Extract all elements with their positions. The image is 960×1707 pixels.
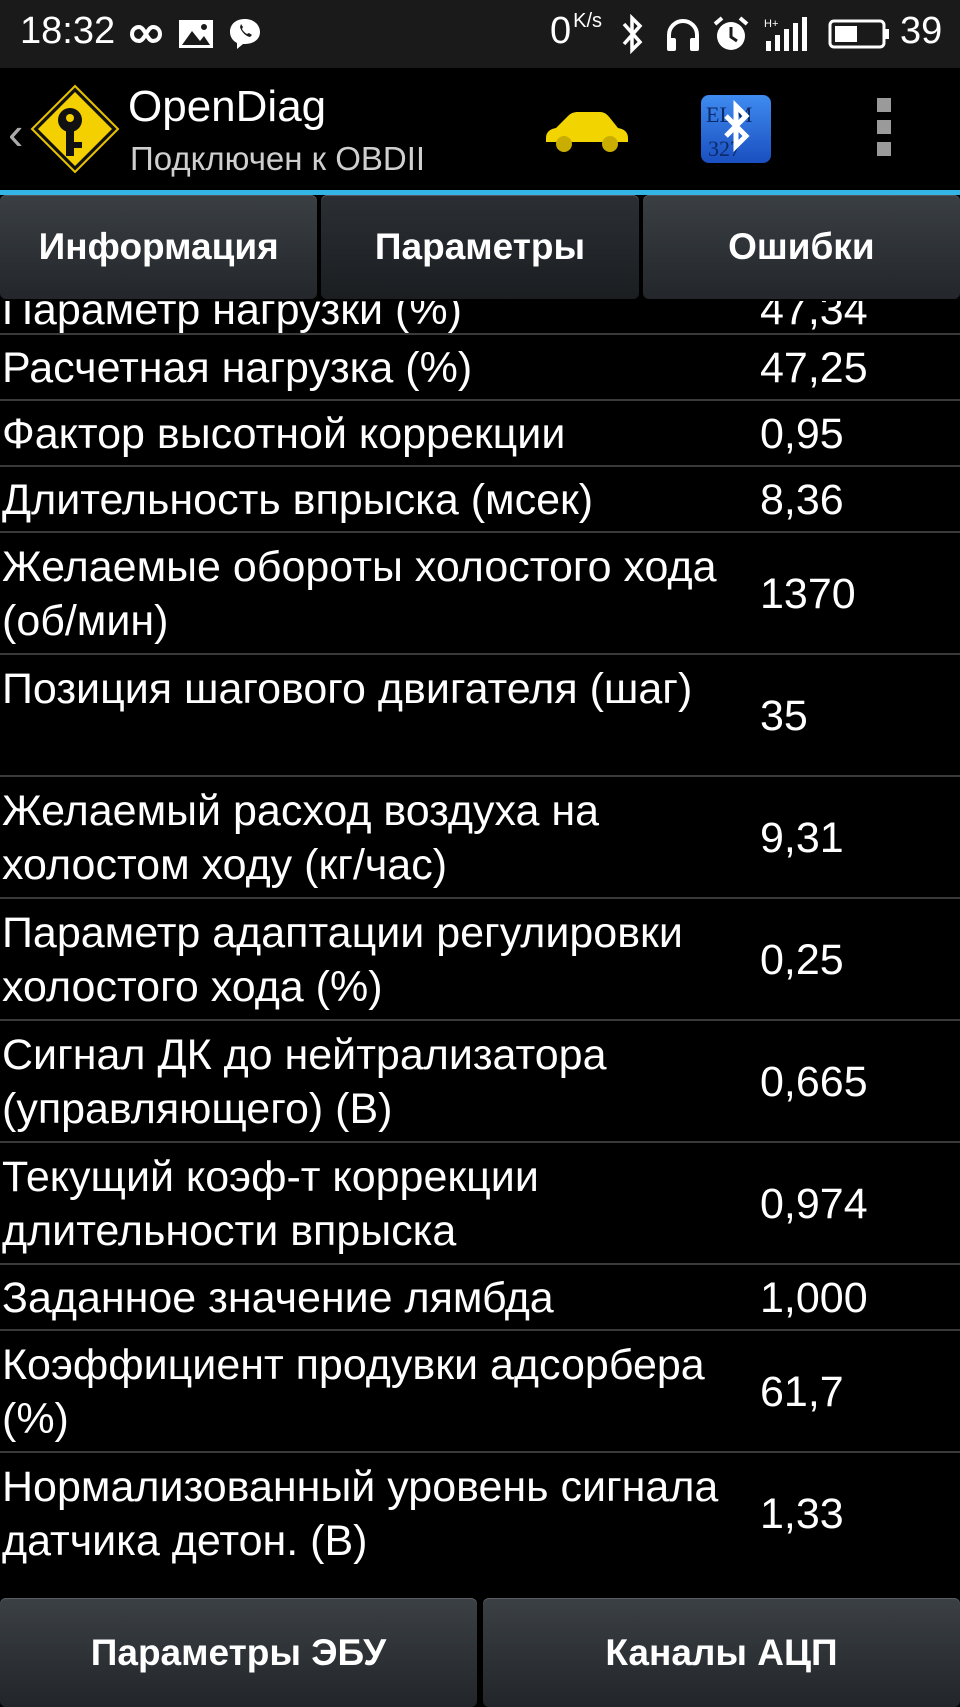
param-value: 0,25 bbox=[760, 936, 844, 984]
param-name: Коэффициент продувки адсорбера (%) bbox=[2, 1341, 705, 1443]
net-speed: 0 bbox=[550, 10, 572, 52]
param-name: Позиция шагового двигателя (шаг) bbox=[2, 665, 693, 713]
infinity-icon bbox=[120, 12, 166, 56]
param-name: Заданное значение лямбда bbox=[2, 1274, 554, 1322]
list-item[interactable]: Фактор высотной коррекции 0,95 bbox=[0, 401, 960, 467]
overflow-menu-icon[interactable] bbox=[875, 98, 893, 162]
headphones-icon bbox=[664, 12, 702, 56]
tab-information[interactable]: Информация bbox=[0, 195, 318, 299]
param-name: Фактор высотной коррекции bbox=[2, 410, 566, 458]
car-icon[interactable] bbox=[540, 104, 632, 154]
param-value: 1370 bbox=[760, 570, 856, 618]
net-speed-unit: K/s bbox=[573, 10, 603, 32]
param-name: Желаемый расход воздуха на холостом ходу… bbox=[2, 787, 600, 889]
app-title: OpenDiag bbox=[128, 82, 327, 131]
param-value: 0,665 bbox=[760, 1058, 868, 1106]
back-chevron-icon[interactable]: ‹ bbox=[8, 106, 23, 160]
param-name: Желаемые обороты холостого хода (об/мин) bbox=[2, 543, 717, 645]
param-value: 35 bbox=[760, 692, 808, 740]
list-item[interactable]: Параметр нагрузки (%) 47,34 bbox=[0, 301, 960, 335]
list-item[interactable]: Заданное значение лямбда 1,000 bbox=[0, 1265, 960, 1331]
ecu-params-button[interactable]: Параметры ЭБУ bbox=[0, 1598, 477, 1707]
image-icon bbox=[178, 12, 214, 56]
list-item[interactable]: Коэффициент продувки адсорбера (%) 61,7 bbox=[0, 1331, 960, 1453]
list-item[interactable]: Сигнал ДК до нейтрализатора (управляющег… bbox=[0, 1021, 960, 1143]
battery-level: 39 bbox=[900, 10, 943, 52]
param-name: Параметр нагрузки (%) bbox=[2, 301, 462, 334]
param-name: Расчетная нагрузка (%) bbox=[2, 344, 473, 392]
list-item[interactable]: Параметр адаптации регулировки холостого… bbox=[0, 899, 960, 1021]
connection-status: Подключен к OBDII bbox=[130, 140, 426, 177]
param-value: 9,31 bbox=[760, 814, 844, 862]
param-value: 47,34 bbox=[760, 301, 868, 334]
param-value: 0,974 bbox=[760, 1180, 868, 1228]
param-name: Параметр адаптации регулировки холостого… bbox=[2, 909, 683, 1011]
status-time: 18:32 bbox=[20, 10, 116, 52]
param-value: 1,33 bbox=[760, 1490, 844, 1538]
adc-channels-button[interactable]: Каналы АЦП bbox=[483, 1598, 960, 1707]
param-name: Нормализованный уровень сигнала датчика … bbox=[2, 1463, 719, 1565]
list-item[interactable]: Желаемый расход воздуха на холостом ходу… bbox=[0, 777, 960, 899]
svg-text:H+: H+ bbox=[764, 18, 778, 30]
status-bar: 18:32 0 K/s H+ 39 bbox=[0, 0, 960, 68]
tab-errors[interactable]: Ошибки bbox=[642, 195, 960, 299]
list-item[interactable]: Расчетная нагрузка (%) 47,25 bbox=[0, 335, 960, 401]
viber-icon bbox=[228, 12, 262, 56]
action-bar: ‹ OpenDiag Подключен к OBDII ELM 327 bbox=[0, 68, 960, 195]
param-value: 61,7 bbox=[760, 1368, 844, 1416]
signal-icon: H+ bbox=[764, 12, 808, 56]
parameter-list[interactable]: Параметр нагрузки (%) 47,34 Расчетная на… bbox=[0, 301, 960, 1588]
param-value: 8,36 bbox=[760, 476, 844, 524]
bluetooth-icon bbox=[618, 12, 646, 56]
bottom-button-bar: Параметры ЭБУ Каналы АЦП bbox=[0, 1598, 960, 1707]
param-value: 0,95 bbox=[760, 410, 844, 458]
list-item[interactable]: Нормализованный уровень сигнала датчика … bbox=[0, 1453, 960, 1575]
param-value: 47,25 bbox=[760, 344, 868, 392]
list-item[interactable]: Желаемые обороты холостого хода (об/мин)… bbox=[0, 533, 960, 655]
param-name: Сигнал ДК до нейтрализатора (управляющег… bbox=[2, 1031, 607, 1133]
app-logo-icon[interactable] bbox=[30, 84, 120, 174]
battery-icon bbox=[828, 12, 890, 56]
list-item[interactable]: Длительность впрыска (мсек) 8,36 bbox=[0, 467, 960, 533]
elm327-bluetooth-icon[interactable]: ELM 327 bbox=[700, 94, 772, 164]
list-item[interactable]: Текущий коэф-т коррекции длительности вп… bbox=[0, 1143, 960, 1265]
param-name: Текущий коэф-т коррекции длительности вп… bbox=[2, 1153, 539, 1255]
param-value: 1,000 bbox=[760, 1274, 868, 1322]
tab-bar: Информация Параметры Ошибки bbox=[0, 195, 960, 301]
param-name: Длительность впрыска (мсек) bbox=[2, 476, 594, 524]
alarm-icon bbox=[712, 12, 750, 56]
tab-parameters[interactable]: Параметры bbox=[321, 195, 639, 299]
list-item[interactable]: Позиция шагового двигателя (шаг) 35 bbox=[0, 655, 960, 777]
